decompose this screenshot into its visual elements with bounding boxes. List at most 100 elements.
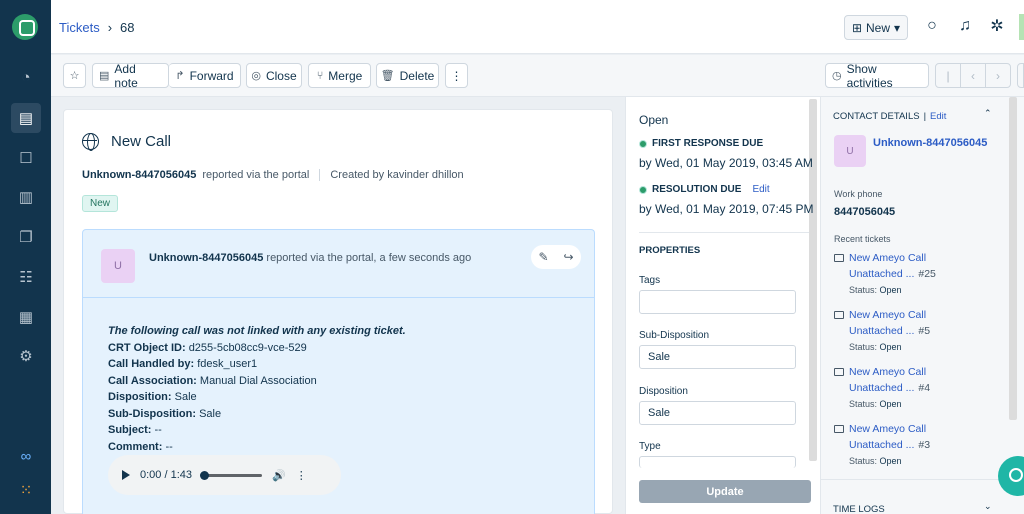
delete-label: Delete: [399, 68, 435, 83]
edit-pencil-icon[interactable]: ✎: [538, 250, 548, 264]
disposition-field[interactable]: Sale: [639, 401, 796, 425]
apps-grid-icon[interactable]: ⁙: [11, 475, 41, 505]
avatar: U: [101, 249, 135, 283]
note-icon: ▤: [99, 70, 110, 82]
top-bar: Tickets › 68 ⊞ New ▾ ○ ♫ ✲: [51, 0, 1024, 54]
work-phone-value: 8447056045: [834, 206, 896, 218]
chevron-down-icon[interactable]: ⌄: [984, 501, 992, 512]
contact-scrollbar[interactable]: [1009, 97, 1017, 420]
sub-disposition-field[interactable]: Sale: [639, 345, 796, 369]
call-field: Comment: --: [108, 439, 406, 456]
settings-icon[interactable]: ⚙: [11, 341, 41, 371]
forward-label: Forward: [189, 68, 234, 83]
app-logo-icon[interactable]: [12, 14, 38, 40]
new-button[interactable]: ⊞ New ▾: [844, 15, 908, 40]
call-field: Call Association: Manual Dial Associatio…: [108, 373, 406, 390]
forward-icon: ↱: [175, 70, 185, 82]
sub-disposition-label: Sub-Disposition: [639, 330, 710, 341]
work-phone-label: Work phone: [834, 189, 883, 199]
breadcrumb: Tickets › 68: [59, 20, 135, 35]
update-button[interactable]: Update: [639, 480, 811, 503]
recent-ticket-title[interactable]: New Ameyo Call: [849, 366, 926, 378]
next-ticket-button[interactable]: ›: [985, 63, 1011, 88]
call-field: CRT Object ID: d255-5cb08cc9-vce-529: [108, 340, 406, 357]
call-field-label: Call Handled by:: [108, 358, 195, 370]
recent-ticket-status-label: Status:: [849, 285, 878, 295]
requester-name[interactable]: Unknown-8447056045: [82, 169, 196, 181]
bot-icon[interactable]: ☷: [11, 262, 41, 292]
status-badge: New: [82, 195, 119, 212]
gear-sparkle-icon[interactable]: ✲: [987, 16, 1007, 36]
call-field: Subject: --: [108, 422, 406, 439]
globe-icon: [82, 133, 99, 151]
forward-button[interactable]: ↱ Forward: [169, 63, 241, 88]
bell-icon[interactable]: ♫: [955, 16, 975, 36]
tickets-icon[interactable]: ▤: [11, 103, 41, 133]
recent-tickets-label: Recent tickets: [834, 234, 891, 244]
audio-more-icon[interactable]: ⋮: [296, 469, 307, 482]
delete-button[interactable]: 🗑 Delete: [376, 63, 439, 88]
meta-divider: [319, 169, 321, 181]
recent-ticket-number: #3: [918, 439, 931, 451]
dashboard-icon[interactable]: ◔: [11, 62, 41, 92]
play-icon[interactable]: [122, 470, 130, 480]
recent-ticket-title[interactable]: New Ameyo Call: [849, 252, 926, 264]
recent-ticket-status: Status: Open: [849, 342, 902, 352]
chevron-down-icon: ▾: [894, 20, 901, 35]
call-field-label: Subject:: [108, 424, 152, 436]
recent-ticket-title[interactable]: New Ameyo Call: [849, 423, 926, 435]
ticket-icon: [834, 425, 844, 433]
close-button[interactable]: ◎ Close: [246, 63, 302, 88]
audio-progress-track[interactable]: [200, 470, 262, 480]
solutions-icon[interactable]: ▥: [11, 182, 41, 212]
recent-ticket-status-label: Status:: [849, 342, 878, 352]
profile-strip[interactable]: [1019, 14, 1024, 40]
reports-icon[interactable]: ▦: [11, 302, 41, 332]
chevron-up-icon[interactable]: ⌃: [984, 108, 992, 119]
conversation-body: The following call was not linked with a…: [108, 323, 406, 455]
contact-name[interactable]: Unknown-8447056045: [873, 137, 987, 149]
ticket-icon: [834, 368, 844, 376]
call-field-value: d255-5cb08cc9-vce-529: [188, 341, 307, 354]
merge-button[interactable]: ⑂ Merge: [308, 63, 371, 88]
call-field: Sub-Disposition: Sale: [108, 406, 406, 423]
add-note-button[interactable]: ▤ Add note: [92, 62, 169, 90]
first-response-sla: FIRST RESPONSE DUE by Wed, 01 May 2019, …: [639, 138, 813, 170]
show-activities-button[interactable]: ◷ Show activities: [825, 62, 929, 90]
star-button[interactable]: ☆: [63, 63, 86, 88]
time-logs-header[interactable]: TIME LOGS: [833, 504, 885, 514]
ticket-icon: [834, 311, 844, 319]
recent-ticket-group: Unattached ... #5: [849, 325, 930, 337]
first-response-value: by Wed, 01 May 2019, 03:45 AM: [639, 156, 813, 170]
recent-ticket-status-value: Open: [879, 285, 902, 295]
volume-icon[interactable]: 🔊: [272, 469, 286, 482]
first-page-button[interactable]: |: [935, 63, 961, 88]
toolbar-overflow-button[interactable]: [1017, 63, 1024, 88]
call-field-label: Disposition:: [108, 391, 172, 403]
type-select[interactable]: [639, 456, 796, 468]
recent-ticket-title[interactable]: New Ameyo Call: [849, 309, 926, 321]
breadcrumb-tickets-link[interactable]: Tickets: [59, 20, 100, 35]
resolution-edit-link[interactable]: Edit: [752, 184, 769, 195]
forums-icon[interactable]: ❐: [11, 222, 41, 252]
resolution-sla: RESOLUTION DUE Edit by Wed, 01 May 2019, …: [639, 184, 814, 216]
conversation-item: U Unknown-8447056045 reported via the po…: [82, 229, 595, 514]
integration-icon[interactable]: ∞: [11, 441, 41, 471]
contact-edit-link[interactable]: Edit: [930, 111, 946, 122]
forward-arrow-icon[interactable]: ↪: [563, 250, 573, 264]
recent-ticket-number: #25: [918, 268, 936, 280]
recent-ticket-group-text: Unattached ...: [849, 325, 915, 337]
first-response-label: FIRST RESPONSE DUE: [652, 138, 764, 149]
conversation-author[interactable]: Unknown-8447056045: [149, 252, 263, 264]
recent-ticket-group: Unattached ... #4: [849, 382, 930, 394]
breadcrumb-ticket-number: 68: [120, 20, 135, 35]
conversation-header: U Unknown-8447056045 reported via the po…: [83, 230, 594, 298]
contacts-icon[interactable]: ☐: [11, 143, 41, 173]
more-button[interactable]: ⋮: [445, 63, 468, 88]
previous-ticket-button[interactable]: ‹: [960, 63, 986, 88]
tags-input[interactable]: [639, 290, 796, 314]
search-icon[interactable]: ○: [922, 16, 942, 36]
recent-ticket-status-label: Status:: [849, 399, 878, 409]
audio-scrubber[interactable]: [200, 470, 209, 480]
call-field-label: Comment:: [108, 440, 163, 453]
